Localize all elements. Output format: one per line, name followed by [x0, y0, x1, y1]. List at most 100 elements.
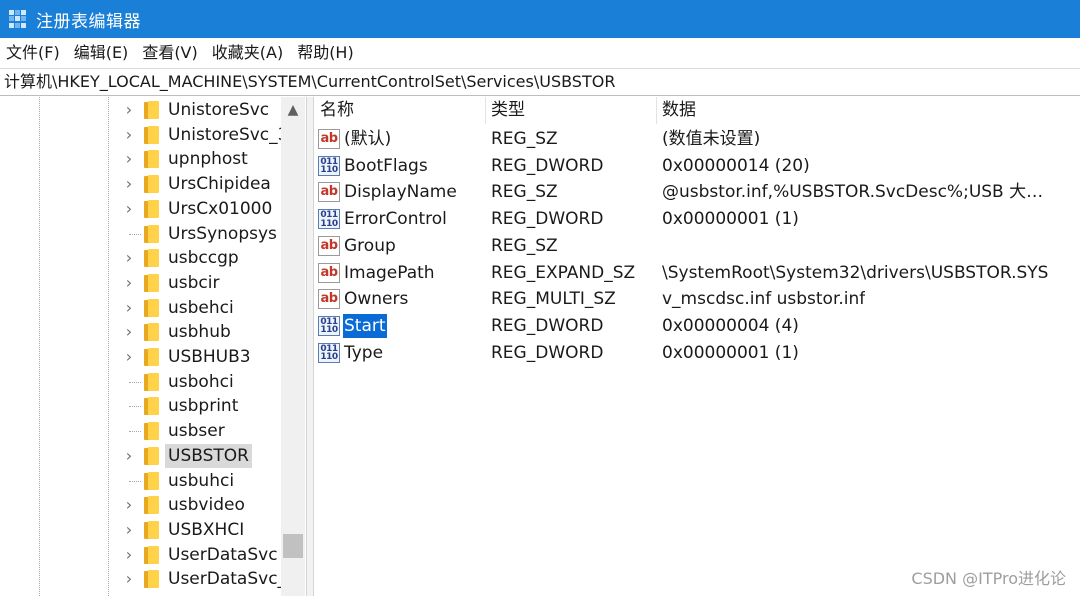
expand-chevron-icon[interactable]: ›: [122, 497, 136, 513]
expand-chevron-icon[interactable]: ›: [122, 250, 136, 266]
value-data: 0x00000004 (4): [662, 315, 799, 336]
expand-chevron-icon[interactable]: ›: [122, 151, 136, 167]
menu-help[interactable]: 帮助(H): [290, 38, 361, 68]
value-name: ImagePath: [344, 262, 435, 283]
value-data: @usbstor.inf,%USBSTOR.SvcDesc%;USB 大容量..…: [662, 182, 1054, 203]
tree-item-label: usbccgp: [168, 248, 239, 269]
tree-item-label: UserDataSvc_3: [168, 569, 297, 590]
tree-item[interactable]: › UserDataSvc: [0, 543, 284, 568]
tree-item-label: UrsSynopsys: [168, 223, 277, 244]
expand-chevron-icon[interactable]: ›: [122, 447, 136, 463]
folder-icon: [144, 496, 160, 515]
value-type: REG_SZ: [491, 182, 558, 203]
scroll-up-arrow-icon[interactable]: ▲: [281, 99, 305, 121]
value-type: REG_SZ: [491, 235, 558, 256]
value-row[interactable]: ab Owners REG_MULTI_SZ v_mscdsc.inf usbstor…: [314, 286, 1080, 313]
tree-item[interactable]: › usbccgp: [0, 246, 284, 271]
value-name: Type: [344, 342, 384, 363]
tree-item-label: usbhub: [168, 322, 231, 343]
folder-icon: [144, 150, 160, 169]
tree-item-label: usbcir: [168, 272, 220, 293]
expand-chevron-icon[interactable]: ›: [122, 126, 136, 142]
menu-edit[interactable]: 编辑(E): [67, 38, 136, 68]
value-row[interactable]: 011 110 Start REG_DWORD 0x00000004 (4): [314, 313, 1080, 340]
tree-item-label: USBHUB3: [168, 347, 251, 367]
folder-icon: [144, 125, 160, 144]
pane-splitter[interactable]: [306, 97, 314, 596]
value-row[interactable]: ab (默认) REG_SZ (数值未设置): [314, 126, 1080, 153]
tree-item[interactable]: › USBSTOR: [0, 443, 284, 469]
tree-item[interactable]: › UrsCx01000: [0, 197, 284, 222]
expand-chevron-icon[interactable]: ›: [122, 571, 136, 587]
column-header-type[interactable]: 类型: [485, 97, 656, 124]
tree-item[interactable]: › UrsChipidea: [0, 172, 284, 197]
value-name: Start: [343, 313, 387, 338]
tree-item[interactable]: usbohci: [0, 370, 284, 395]
watermark-text: CSDN @ITPro进化论: [911, 569, 1066, 588]
tree-item[interactable]: › usbehci: [0, 296, 284, 321]
expand-chevron-icon[interactable]: ›: [122, 200, 136, 216]
window-title: 注册表编辑器: [36, 11, 141, 32]
tree-item[interactable]: usbuhci: [0, 469, 284, 494]
menu-file[interactable]: 文件(F): [0, 38, 67, 68]
key-tree: › UnistoreSvc › UnistoreSvc_3 › upnphost › UrsC…: [0, 97, 306, 596]
tree-item-label: USBXHCI: [168, 519, 245, 540]
value-row[interactable]: ab Group REG_SZ: [314, 233, 1080, 260]
expand-chevron-icon[interactable]: ›: [122, 546, 136, 562]
folder-icon: [144, 520, 160, 539]
expand-chevron-icon[interactable]: ›: [122, 324, 136, 340]
value-type: REG_SZ: [491, 129, 558, 149]
folder-icon: [144, 298, 160, 317]
tree-item[interactable]: › usbcir: [0, 271, 284, 296]
tree-item[interactable]: › UnistoreSvc_3: [0, 123, 289, 148]
column-header-data[interactable]: 数据: [656, 97, 1080, 124]
value-type: REG_DWORD: [491, 342, 604, 363]
tree-item-label: UnistoreSvc_3: [168, 124, 289, 145]
tree-item[interactable]: › usbhub: [0, 320, 284, 345]
string-value-icon: ab: [318, 289, 340, 310]
folder-icon: [144, 273, 160, 292]
tree-item[interactable]: › upnphost: [0, 147, 284, 172]
expand-chevron-icon[interactable]: ›: [122, 521, 136, 537]
tree-item[interactable]: › UserDataSvc_3: [0, 567, 297, 592]
menu-view[interactable]: 查看(V): [135, 38, 204, 68]
tree-scrollbar[interactable]: ▲: [281, 97, 305, 596]
tree-item[interactable]: › USBXHCI: [0, 518, 284, 543]
folder-icon: [144, 471, 160, 490]
tree-item[interactable]: UrsSynopsys: [0, 222, 284, 247]
expand-chevron-icon[interactable]: ›: [122, 349, 136, 365]
column-header-name[interactable]: 名称: [314, 97, 485, 124]
folder-icon: [144, 323, 160, 342]
tree-item-label: usbehci: [168, 297, 234, 318]
tree-item[interactable]: › usbvideo: [0, 493, 284, 518]
tree-connector-line: [129, 381, 141, 383]
tree-item-label: USBSTOR: [165, 443, 252, 468]
tree-item[interactable]: usbser: [0, 419, 284, 444]
folder-icon: [144, 545, 160, 564]
expand-chevron-icon[interactable]: ›: [122, 299, 136, 315]
tree-item[interactable]: › UnistoreSvc: [0, 98, 284, 123]
tree-item[interactable]: › USBHUB3: [0, 345, 284, 370]
value-row[interactable]: 011 110 Type REG_DWORD 0x00000001 (1): [314, 340, 1080, 367]
expand-chevron-icon[interactable]: ›: [122, 176, 136, 192]
tree-item[interactable]: usbprint: [0, 394, 284, 419]
expand-chevron-icon[interactable]: ›: [122, 102, 136, 118]
title-bar[interactable]: 注册表编辑器: [0, 0, 1080, 38]
value-row[interactable]: 011 110 ErrorControl REG_DWORD 0x00000001 (1…: [314, 206, 1080, 233]
value-row[interactable]: 011 110 BootFlags REG_DWORD 0x00000014 (20): [314, 153, 1080, 180]
address-bar[interactable]: 计算机\HKEY_LOCAL_MACHINE\SYSTEM\CurrentCon…: [0, 68, 1080, 96]
value-type: REG_EXPAND_SZ: [491, 262, 636, 283]
value-data: (数值未设置): [662, 129, 761, 149]
tree-item-label: UnistoreSvc: [168, 100, 270, 120]
tree-item-label: upnphost: [168, 149, 248, 170]
tree-item-label: UrsCx01000: [168, 198, 273, 219]
scroll-thumb[interactable]: [283, 534, 303, 558]
tree-item-label: usbuhci: [168, 470, 235, 491]
menu-favorites[interactable]: 收藏夹(A): [205, 38, 290, 68]
value-row[interactable]: ab DisplayName REG_SZ @usbstor.inf,%USBSTOR…: [314, 179, 1080, 206]
value-row[interactable]: ab ImagePath REG_EXPAND_SZ \SystemRoot\Syst…: [314, 260, 1080, 287]
expand-chevron-icon[interactable]: ›: [122, 274, 136, 290]
value-name: BootFlags: [344, 155, 428, 176]
binary-value-icon: 011 110: [318, 342, 340, 363]
binary-value-icon: 011 110: [318, 209, 340, 230]
